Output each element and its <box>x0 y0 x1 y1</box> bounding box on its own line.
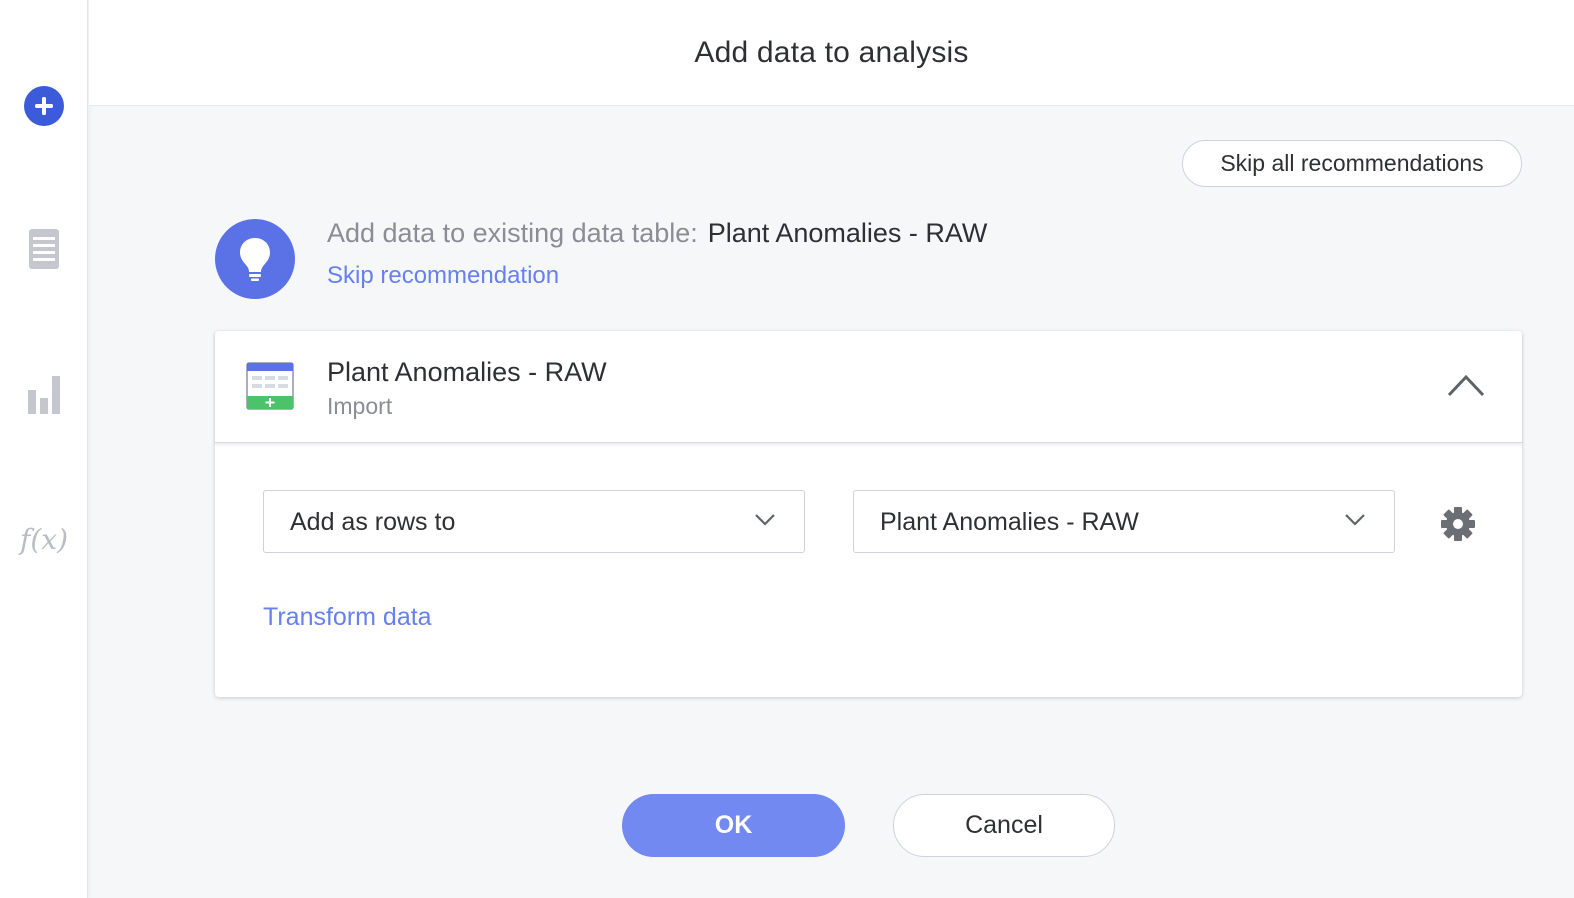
data-table-icon[interactable] <box>0 226 88 272</box>
expression-icon[interactable]: f(x) <box>0 514 88 564</box>
gear-icon[interactable] <box>1439 505 1477 543</box>
visualization-icon[interactable] <box>0 370 88 416</box>
card-subtitle: Import <box>327 393 393 419</box>
add-data-icon[interactable] <box>0 84 88 128</box>
chevron-up-icon[interactable] <box>1443 367 1489 403</box>
expression-icon-label: f(x) <box>19 522 68 556</box>
ok-button[interactable]: OK <box>622 794 845 857</box>
cancel-button[interactable]: Cancel <box>893 794 1115 857</box>
page-title: Add data to analysis <box>694 35 969 69</box>
chevron-down-icon <box>1344 513 1366 532</box>
skip-all-recommendations-button[interactable]: Skip all recommendations <box>1182 140 1522 187</box>
data-source-card: Plant Anomalies - RAW Import Add as rows… <box>215 331 1522 697</box>
target-table-select[interactable]: Plant Anomalies - RAW <box>853 490 1395 553</box>
dialog-header: Add data to analysis <box>89 0 1574 106</box>
add-method-value: Add as rows to <box>290 508 456 536</box>
add-method-select[interactable]: Add as rows to <box>263 490 805 553</box>
recommendation-prefix: Add data to existing data table: <box>327 218 698 248</box>
recommendation-text: Add data to existing data table: Plant An… <box>327 218 987 249</box>
transform-data-link[interactable]: Transform data <box>263 603 432 632</box>
chevron-down-icon <box>754 513 776 532</box>
import-table-icon <box>246 362 294 415</box>
card-header[interactable]: Plant Anomalies - RAW Import <box>215 331 1522 443</box>
recommendation-target-table: Plant Anomalies - RAW <box>707 218 988 248</box>
lightbulb-icon <box>215 219 295 299</box>
card-title: Plant Anomalies - RAW <box>327 357 607 387</box>
target-table-value: Plant Anomalies - RAW <box>880 508 1139 536</box>
left-sidebar: f(x) <box>0 0 88 898</box>
skip-recommendation-link[interactable]: Skip recommendation <box>327 262 559 290</box>
